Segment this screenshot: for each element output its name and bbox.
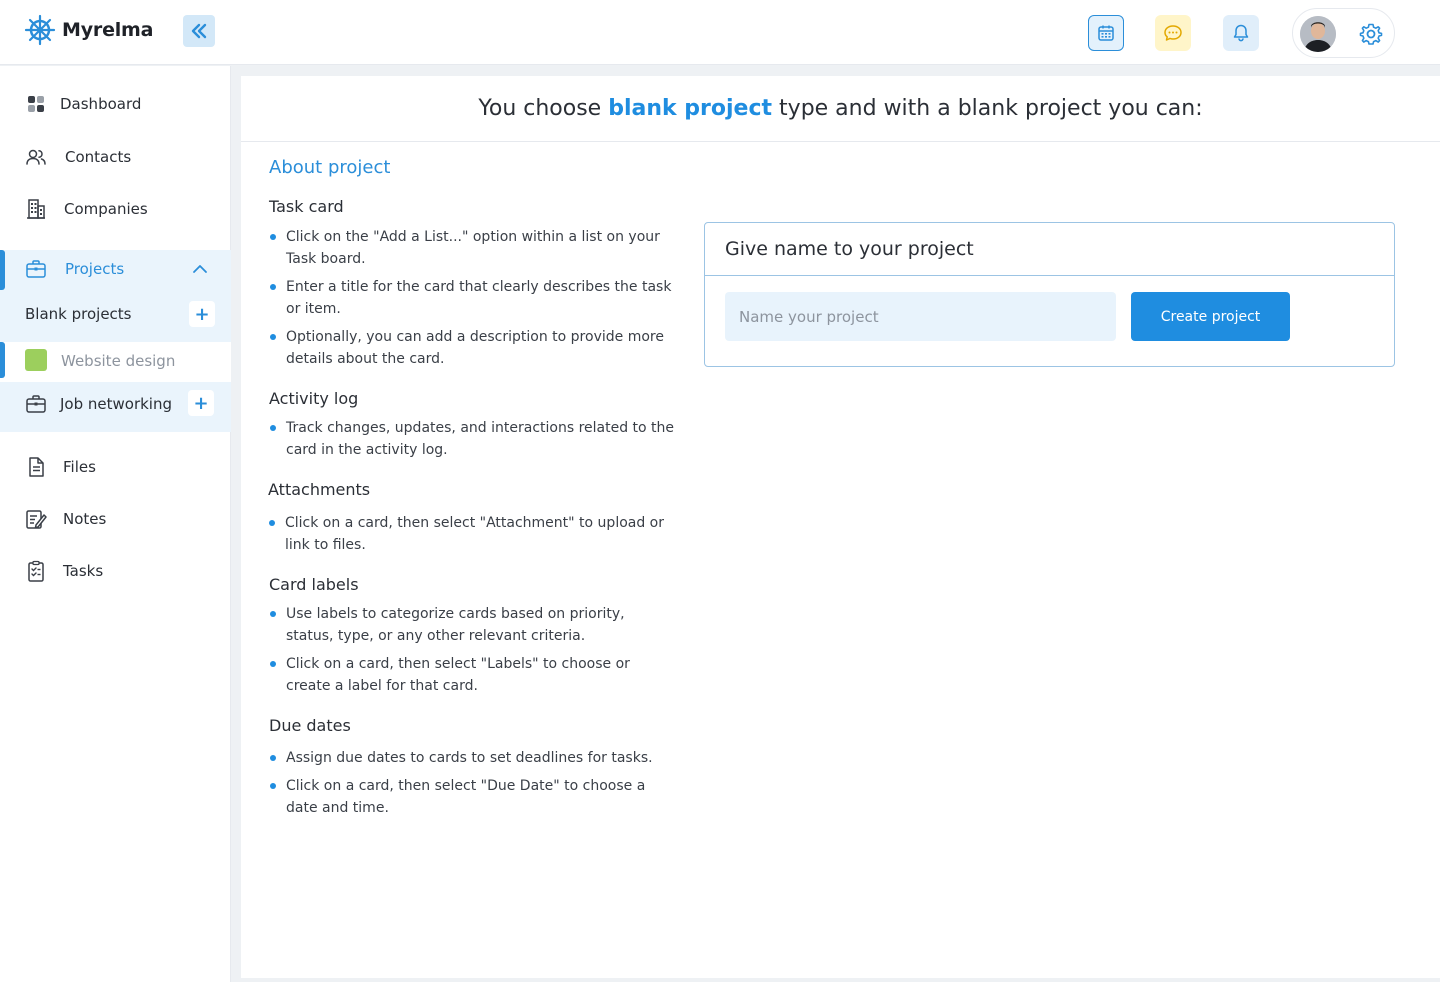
about-project-heading: About project (269, 157, 391, 178)
notifications-button[interactable] (1223, 15, 1259, 51)
create-project-title: Give name to your project (705, 223, 1394, 276)
notes-icon (25, 508, 47, 530)
section-heading: Task card (269, 197, 344, 216)
app-name: Myrelma (62, 19, 154, 41)
sidebar: Dashboard Contacts Companies Projects Bl… (0, 66, 231, 982)
title-highlight: blank project (608, 96, 773, 121)
chevron-up-icon[interactable] (192, 263, 208, 275)
create-project-card: Give name to your project Create project (704, 222, 1395, 367)
sidebar-item-label: Notes (63, 510, 107, 528)
main-panel: You choose blank project type and with a… (241, 76, 1440, 978)
section-heading: Attachments (268, 480, 371, 499)
sidebar-item-notes[interactable]: Notes (0, 499, 231, 539)
list-item: Click on a card, then select "Attachment… (269, 512, 675, 556)
sidebar-item-label: Contacts (65, 148, 132, 166)
sidebar-item-label: Tasks (63, 562, 104, 580)
dashboard-icon (25, 93, 47, 115)
avatar[interactable] (1300, 16, 1336, 52)
sidebar-item-label: Website design (61, 352, 176, 370)
page-title: You choose blank project type and with a… (241, 76, 1440, 142)
list-item: Enter a title for the card that clearly … (270, 276, 676, 320)
sidebar-item-companies[interactable]: Companies (0, 189, 231, 229)
tasks-icon (25, 560, 47, 582)
section-heading: Due dates (269, 716, 351, 735)
ship-wheel-icon (24, 14, 56, 46)
sidebar-item-contacts[interactable]: Contacts (0, 137, 231, 177)
section-heading: Activity log (269, 389, 359, 408)
list-item: Assign due dates to cards to set deadlin… (270, 747, 676, 769)
sidebar-item-website-design[interactable]: Website design (0, 342, 231, 382)
double-chevron-left-icon (191, 23, 207, 39)
list-item: Click on a card, then select "Due Date" … (270, 775, 676, 819)
sidebar-item-projects[interactable]: Projects (0, 249, 231, 289)
sidebar-item-label: Companies (64, 200, 148, 218)
app-logo[interactable]: Myrelma (24, 14, 153, 46)
sidebar-item-blank-projects[interactable]: Blank projects + (0, 294, 231, 334)
sidebar-item-label: Job networking (60, 395, 173, 413)
add-job-networking-button[interactable]: + (188, 390, 214, 416)
sidebar-item-files[interactable]: Files (0, 447, 231, 487)
title-suffix: type and with a blank project you can: (779, 96, 1203, 121)
briefcase-icon (25, 393, 47, 415)
contacts-icon (25, 146, 47, 168)
list-item: Track changes, updates, and interactions… (270, 417, 676, 461)
active-indicator (0, 342, 5, 378)
calendar-icon (1098, 25, 1114, 41)
list-item: Optionally, you can add a description to… (270, 326, 676, 370)
user-avatar-image (1300, 16, 1336, 52)
gear-icon[interactable] (1359, 22, 1383, 46)
list-item: Use labels to categorize cards based on … (270, 603, 676, 647)
collapse-sidebar-button[interactable] (183, 15, 215, 47)
profile-menu[interactable] (1292, 8, 1395, 58)
sidebar-item-tasks[interactable]: Tasks (0, 551, 231, 591)
project-name-input[interactable] (725, 292, 1116, 341)
sidebar-item-job-networking[interactable]: Job networking + (0, 384, 231, 424)
sidebar-item-label: Dashboard (60, 95, 142, 113)
bell-icon (1233, 24, 1249, 42)
project-color-swatch (25, 349, 47, 371)
calendar-button[interactable] (1088, 15, 1124, 51)
sidebar-item-label: Files (63, 458, 96, 476)
top-header: Myrelma (0, 0, 1440, 65)
create-project-button[interactable]: Create project (1131, 292, 1290, 341)
briefcase-icon (25, 258, 47, 280)
sidebar-item-label: Blank projects (25, 305, 132, 323)
add-blank-project-button[interactable]: + (189, 301, 215, 327)
title-prefix: You choose (478, 96, 602, 121)
section-heading: Card labels (269, 575, 359, 594)
messages-button[interactable] (1155, 15, 1191, 51)
file-icon (25, 456, 47, 478)
sidebar-item-dashboard[interactable]: Dashboard (0, 84, 231, 124)
chat-icon (1164, 25, 1182, 41)
sidebar-item-label: Projects (65, 260, 125, 278)
list-item: Click on a card, then select "Labels" to… (270, 653, 676, 697)
list-item: Click on the "Add a List..." option with… (270, 226, 676, 270)
building-icon (25, 198, 47, 220)
